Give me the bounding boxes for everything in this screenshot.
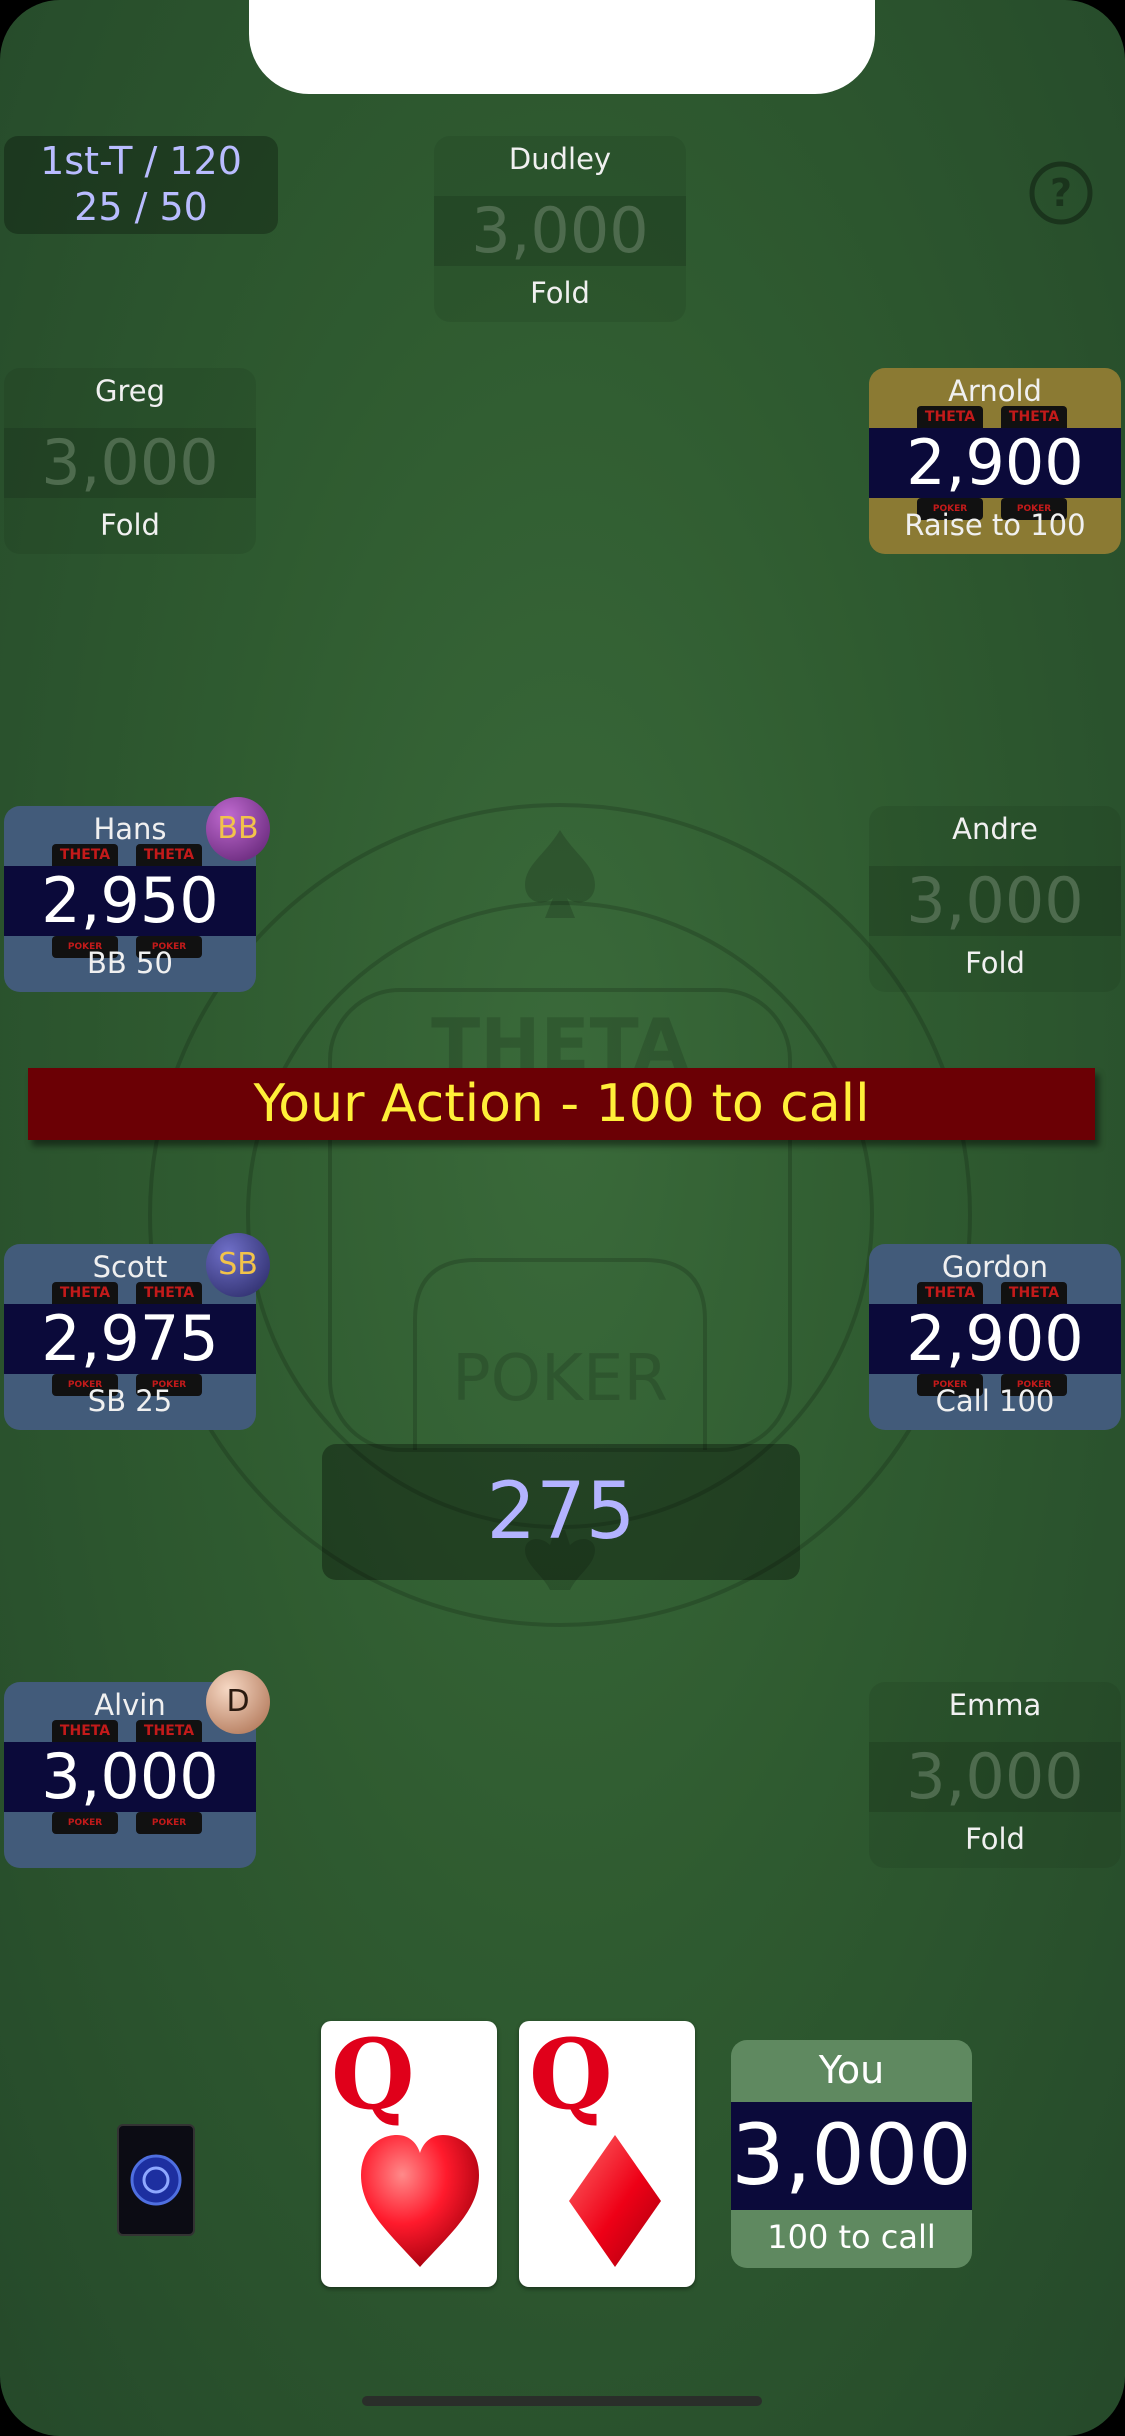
blind-level-info: 1st-T / 120 25 / 50: [4, 136, 278, 234]
player-action: Fold: [530, 276, 590, 310]
seat-greg: Greg 3,000 Fold: [4, 368, 256, 554]
table-logo-bottom: POKER: [452, 1342, 668, 1416]
player-action: Fold: [965, 1822, 1025, 1856]
player-action: SB 25: [87, 1384, 173, 1418]
player-stack: 3,000: [471, 194, 649, 267]
hole-card-queen-hearts: Q: [321, 2021, 497, 2287]
player-stack: 2,900: [906, 426, 1084, 499]
player-action: Raise to 100: [904, 508, 1086, 542]
player-stack: 2,900: [906, 1302, 1084, 1375]
small-blind-marker: SB: [206, 1233, 270, 1297]
player-stack: 2,975: [41, 1302, 219, 1375]
poker-table: THETA POKER 1st-T / 120 25 / 50 ? Dudley…: [0, 0, 1125, 2436]
player-action: Fold: [965, 946, 1025, 980]
hole-card-queen-diamonds: Q: [519, 2021, 695, 2287]
player-name: You: [818, 2048, 885, 2092]
player-name: Greg: [94, 374, 165, 408]
card-rank: Q: [529, 2018, 613, 2131]
action-banner: Your Action - 100 to call: [28, 1068, 1095, 1140]
player-name: Arnold: [948, 374, 1042, 408]
seat-gordon: Gordon THETA THETA POKER POKER 2,900 Cal…: [869, 1244, 1121, 1430]
hole-card-back: POKER: [136, 1812, 202, 1834]
device-notch: [249, 0, 875, 94]
seat-you: You 3,000 100 to call: [731, 2040, 972, 2268]
player-name: Dudley: [508, 142, 612, 176]
tournament-level: 1st-T / 120: [40, 139, 242, 183]
dealer-button: D: [206, 1670, 270, 1734]
seat-emma: Emma 3,000 Fold: [869, 1682, 1121, 1868]
help-circle-icon[interactable]: ?: [1028, 160, 1094, 226]
deck-icon: [117, 2124, 195, 2236]
player-action: BB 50: [87, 946, 173, 980]
player-stack: 3,000: [731, 2106, 972, 2204]
card-rank: Q: [331, 2018, 415, 2131]
player-action: Call 100: [935, 1384, 1055, 1418]
heart-suit-icon: [361, 2135, 479, 2267]
player-stack: 3,000: [906, 1740, 1084, 1813]
pot-amount: 275: [322, 1444, 800, 1580]
player-action: Fold: [100, 508, 160, 542]
seat-andre: Andre 3,000 Fold: [869, 806, 1121, 992]
amount-to-call: 100 to call: [767, 2218, 936, 2256]
blinds-amount: 25 / 50: [74, 185, 208, 229]
player-stack: 3,000: [41, 426, 219, 499]
svg-text:?: ?: [1050, 171, 1072, 215]
player-name: Andre: [952, 812, 1038, 846]
seat-dudley: Dudley 3,000 Fold: [434, 136, 686, 322]
player-name: Emma: [948, 1688, 1042, 1722]
player-stack: 3,000: [41, 1740, 219, 1813]
diamond-suit-icon: [569, 2135, 661, 2267]
hole-card-back: POKER: [52, 1812, 118, 1834]
player-stack: 3,000: [906, 864, 1084, 937]
player-name: Gordon: [941, 1250, 1049, 1284]
player-stack: 2,950: [41, 864, 219, 937]
big-blind-marker: BB: [206, 797, 270, 861]
home-indicator[interactable]: [362, 2396, 762, 2406]
seat-arnold: Arnold THETA THETA POKER POKER 2,900 Rai…: [869, 368, 1121, 554]
